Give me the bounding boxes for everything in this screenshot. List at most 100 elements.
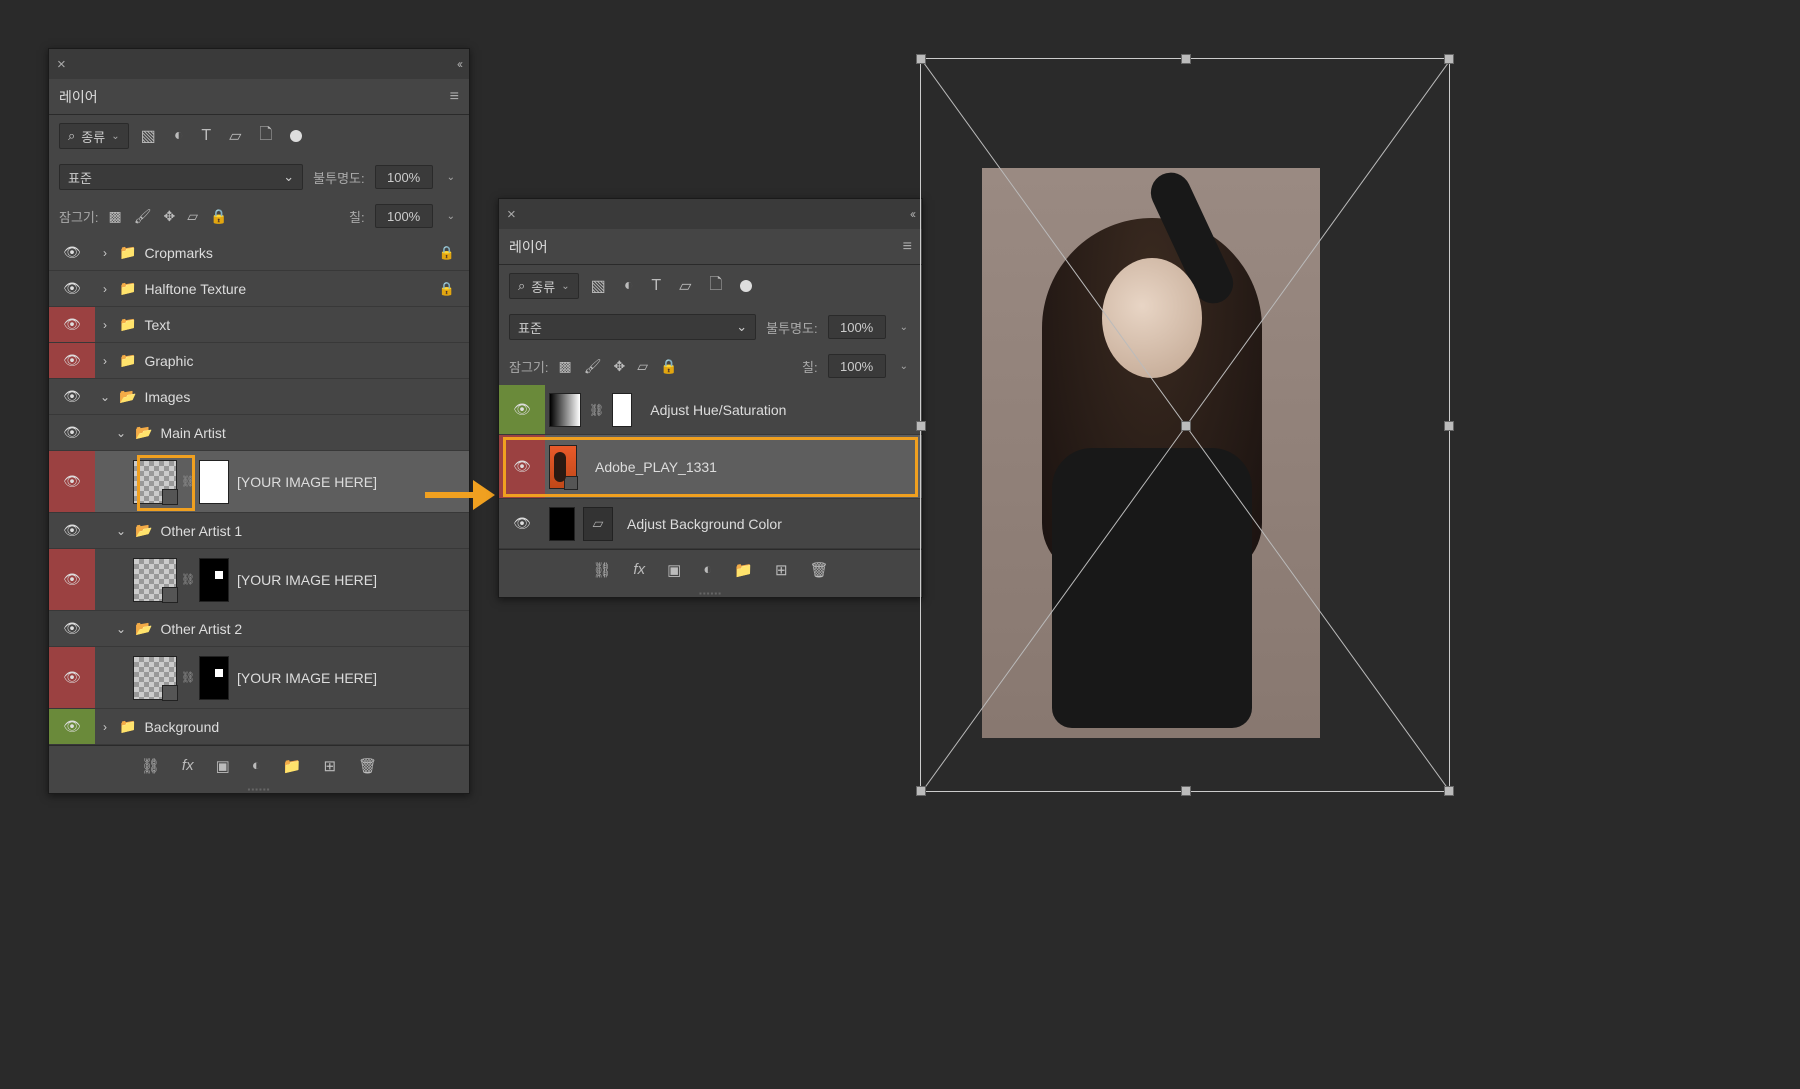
layer-mask-thumbnail[interactable] (199, 656, 229, 700)
lock-artboard-icon[interactable]: ▱ (637, 358, 648, 375)
image-filter-icon[interactable]: ▧ (141, 126, 156, 146)
visibility-toggle[interactable]: 👁 (63, 473, 81, 490)
collapse-icon[interactable]: ⌄ (115, 426, 127, 440)
visibility-toggle[interactable]: 👁 (63, 620, 81, 637)
opacity-caret[interactable]: ⌄ (896, 322, 912, 333)
layer-name[interactable]: [YOUR IMAGE HERE] (237, 474, 377, 490)
layer-name[interactable]: Background (144, 719, 219, 735)
adjust-filter-icon[interactable]: ◐ (174, 127, 184, 145)
visibility-toggle[interactable]: 👁 (513, 401, 531, 418)
layer-mask-thumbnail[interactable] (612, 393, 632, 427)
expand-icon[interactable]: › (99, 354, 111, 368)
transform-handle-tl[interactable] (916, 54, 926, 64)
layer-row[interactable]: 👁 › 📁 Halftone Texture 🔒 (49, 271, 469, 307)
adjust-filter-icon[interactable]: ◐ (624, 277, 634, 295)
trash-icon[interactable]: 🗑 (358, 757, 377, 775)
resize-grip[interactable]: ▪▪▪▪▪▪ (499, 589, 922, 597)
transform-handle-tr[interactable] (1444, 54, 1454, 64)
layer-name[interactable]: Graphic (144, 353, 193, 369)
transform-handle-bl[interactable] (916, 786, 926, 796)
opacity-input[interactable]: 100% (375, 165, 433, 189)
canvas-transform-area[interactable] (920, 58, 1450, 792)
transform-handle-tc[interactable] (1181, 54, 1191, 64)
visibility-toggle[interactable]: 👁 (63, 280, 81, 297)
expand-icon[interactable]: › (99, 720, 111, 734)
opacity-caret[interactable]: ⌄ (443, 172, 459, 183)
lock-icon[interactable]: 🔒 (439, 281, 455, 297)
layer-row[interactable]: 👁 ⛓ Adjust Hue/Saturation (499, 385, 922, 435)
layer-row[interactable]: 👁 ⛓ [YOUR IMAGE HERE] (49, 647, 469, 709)
lock-paint-icon[interactable]: 🖌 (134, 208, 152, 225)
layer-row-selected[interactable]: 👁 ⛓ [YOUR IMAGE HERE] (49, 451, 469, 513)
panel-titlebar[interactable]: × ‹‹ (49, 49, 469, 79)
trash-icon[interactable]: 🗑 (810, 561, 829, 579)
close-icon[interactable]: × (57, 56, 66, 73)
transform-handle-bc[interactable] (1181, 786, 1191, 796)
blend-mode-select[interactable]: 표준 ⌄ (59, 164, 303, 190)
layer-name[interactable]: Main Artist (160, 425, 225, 441)
adjustment-icon[interactable]: ◐ (252, 757, 261, 774)
layer-thumbnail[interactable] (549, 445, 577, 489)
layer-row[interactable]: 👁 ⌄ 📂 Images (49, 379, 469, 415)
layer-name[interactable]: Other Artist 1 (160, 523, 242, 539)
layer-name[interactable]: Other Artist 2 (160, 621, 242, 637)
filter-type-select[interactable]: ⌕ 종류 ⌄ (509, 273, 579, 299)
smart-filter-icon[interactable]: 🗋 (259, 123, 272, 150)
lock-position-icon[interactable]: ✥ (614, 358, 626, 375)
lock-icon[interactable]: 🔒 (439, 245, 455, 261)
layer-row[interactable]: 👁 ⛓ [YOUR IMAGE HERE] (49, 549, 469, 611)
image-filter-icon[interactable]: ▧ (591, 276, 606, 296)
layer-row[interactable]: 👁 › 📁 Cropmarks 🔒 (49, 235, 469, 271)
lock-paint-icon[interactable]: 🖌 (584, 358, 602, 375)
layer-row[interactable]: 👁 ⌄ 📂 Other Artist 2 (49, 611, 469, 647)
text-filter-icon[interactable]: T (201, 127, 211, 145)
add-mask-icon[interactable]: ▣ (667, 561, 681, 579)
layer-name[interactable]: Adjust Background Color (627, 516, 782, 532)
shape-filter-icon[interactable]: ▱ (679, 276, 691, 296)
layer-name[interactable]: [YOUR IMAGE HERE] (237, 572, 377, 588)
visibility-toggle[interactable]: 👁 (63, 571, 81, 588)
layer-name[interactable]: Text (144, 317, 170, 333)
layer-mask-thumbnail[interactable] (199, 558, 229, 602)
visibility-toggle[interactable]: 👁 (63, 388, 81, 405)
transform-bounding-box[interactable] (920, 58, 1450, 792)
layer-thumbnail[interactable] (549, 507, 575, 541)
menu-icon[interactable]: ≡ (903, 238, 912, 256)
link-layers-icon[interactable]: ⛓ (592, 561, 611, 579)
fx-icon[interactable]: fx (633, 561, 645, 578)
menu-icon[interactable]: ≡ (450, 88, 459, 106)
layer-row[interactable]: 👁 ▱ Adjust Background Color (499, 499, 922, 549)
panel-titlebar[interactable]: × ‹‹ (499, 199, 922, 229)
fx-icon[interactable]: fx (182, 757, 194, 774)
filter-toggle[interactable] (290, 130, 302, 142)
visibility-toggle[interactable]: 👁 (63, 316, 81, 333)
transform-handle-center[interactable] (1181, 421, 1191, 431)
visibility-toggle[interactable]: 👁 (513, 458, 531, 475)
opacity-input[interactable]: 100% (828, 315, 886, 339)
layer-row[interactable]: 👁 › 📁 Text (49, 307, 469, 343)
visibility-toggle[interactable]: 👁 (63, 522, 81, 539)
fill-caret[interactable]: ⌄ (896, 361, 912, 372)
lock-transparent-icon[interactable]: ▩ (559, 358, 572, 375)
text-filter-icon[interactable]: T (651, 277, 661, 295)
filter-toggle[interactable] (740, 280, 752, 292)
layer-row[interactable]: 👁 › 📁 Graphic (49, 343, 469, 379)
visibility-toggle[interactable]: 👁 (63, 244, 81, 261)
layer-row-selected[interactable]: 👁 Adobe_PLAY_1331 (499, 435, 922, 499)
fill-input[interactable]: 100% (375, 204, 433, 228)
layer-row[interactable]: 👁 ⌄ 📂 Other Artist 1 (49, 513, 469, 549)
layer-name[interactable]: Adobe_PLAY_1331 (595, 459, 717, 475)
layer-name[interactable]: [YOUR IMAGE HERE] (237, 670, 377, 686)
shape-filter-icon[interactable]: ▱ (229, 126, 241, 146)
collapse-icon[interactable]: ⌄ (115, 622, 127, 636)
layer-thumbnail[interactable] (133, 460, 177, 504)
group-icon[interactable]: 📁 (283, 757, 302, 775)
collapse-icon[interactable]: ⌄ (115, 524, 127, 538)
layer-name[interactable]: Images (144, 389, 190, 405)
filter-type-select[interactable]: ⌕ 종류 ⌄ (59, 123, 129, 149)
layer-row[interactable]: 👁 › 📁 Background (49, 709, 469, 745)
lock-transparent-icon[interactable]: ▩ (109, 208, 122, 225)
expand-icon[interactable]: › (99, 246, 111, 260)
lock-position-icon[interactable]: ✥ (164, 208, 176, 225)
transform-handle-ml[interactable] (916, 421, 926, 431)
